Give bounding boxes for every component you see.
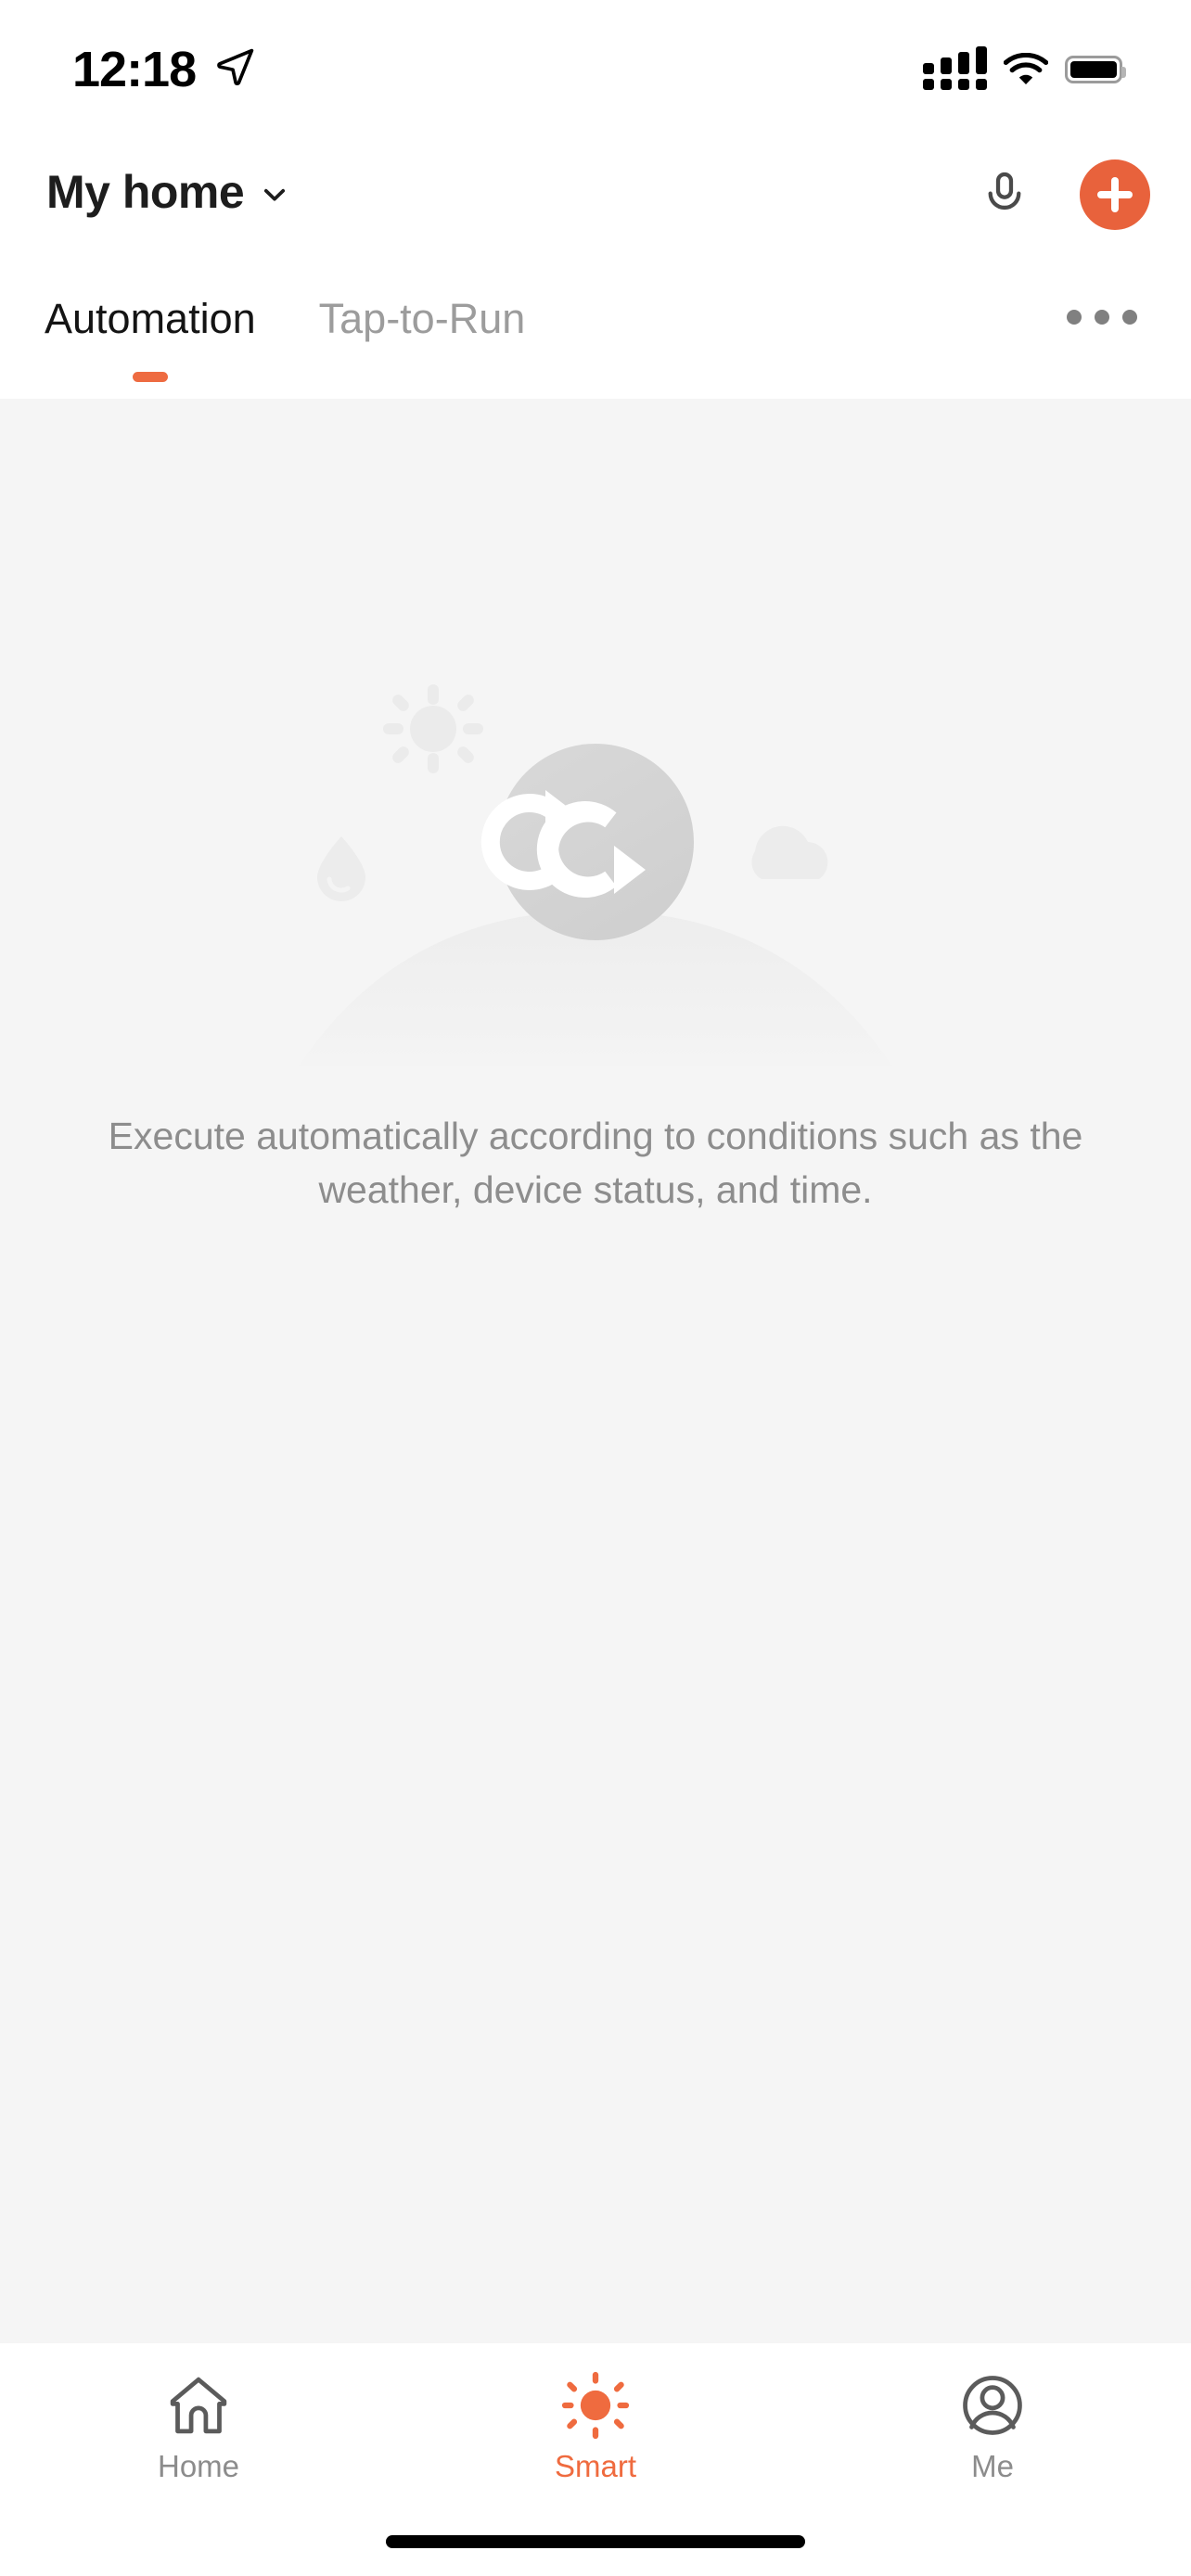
home-name-label: My home [46, 166, 245, 218]
tab-bar: Automation Tap-to-Run [0, 269, 1191, 399]
account-icon [957, 2366, 1028, 2445]
cloud-icon [751, 825, 828, 879]
tab-tap-to-run[interactable]: Tap-to-Run [315, 286, 530, 343]
app-header: My home [0, 139, 1191, 260]
nav-item-smart-label: Smart [554, 2449, 636, 2483]
content-area: Execute automatically according to condi… [0, 399, 1191, 2343]
tab-tap-to-run-label: Tap-to-Run [318, 295, 526, 342]
nav-item-smart[interactable]: Smart [397, 2343, 794, 2484]
illustration-circle [497, 744, 694, 940]
status-bar: 12:18 [0, 0, 1191, 139]
more-horizontal-icon [1067, 310, 1082, 325]
status-bar-indicators [923, 46, 1126, 90]
location-arrow-icon [217, 48, 254, 86]
sun-icon [383, 684, 483, 773]
more-horizontal-icon-3 [1122, 310, 1137, 325]
tab-automation-label: Automation [45, 295, 256, 342]
nav-item-home[interactable]: Home [0, 2343, 397, 2484]
plus-icon-vertical [1111, 177, 1119, 212]
tab-active-indicator [132, 372, 168, 382]
more-options-button[interactable] [1067, 310, 1137, 325]
house-icon [163, 2366, 234, 2445]
water-drop-icon [317, 836, 365, 901]
header-actions [978, 159, 1150, 230]
empty-state: Execute automatically according to condi… [0, 677, 1191, 1217]
nav-item-me[interactable]: Me [794, 2343, 1191, 2484]
nav-item-me-label: Me [971, 2449, 1014, 2483]
voice-assistant-button[interactable] [978, 168, 1031, 222]
empty-state-illustration [299, 677, 892, 1066]
app-screen: 12:18 My home Automation Tap-to-Run Exec… [0, 0, 1191, 2576]
cellular-signal-icon [923, 46, 987, 90]
home-selector[interactable]: My home [46, 165, 290, 219]
add-button[interactable] [1080, 159, 1150, 230]
tab-automation[interactable]: Automation [41, 286, 260, 382]
status-bar-time: 12:18 [72, 42, 197, 97]
wifi-icon [1004, 52, 1048, 84]
battery-full-icon [1065, 55, 1126, 83]
sun-icon [560, 2366, 631, 2445]
tab-list: Automation Tap-to-Run [41, 286, 530, 382]
nav-item-home-label: Home [157, 2449, 240, 2483]
home-indicator-bar[interactable] [386, 2535, 805, 2548]
chevron-down-icon [264, 188, 286, 201]
automation-illustration [299, 684, 892, 1066]
more-horizontal-icon-2 [1095, 310, 1109, 325]
microphone-icon [988, 172, 1021, 210]
empty-state-description: Execute automatically according to condi… [108, 1115, 1083, 1212]
bottom-navigation: Home Smart Me [0, 2343, 1191, 2576]
